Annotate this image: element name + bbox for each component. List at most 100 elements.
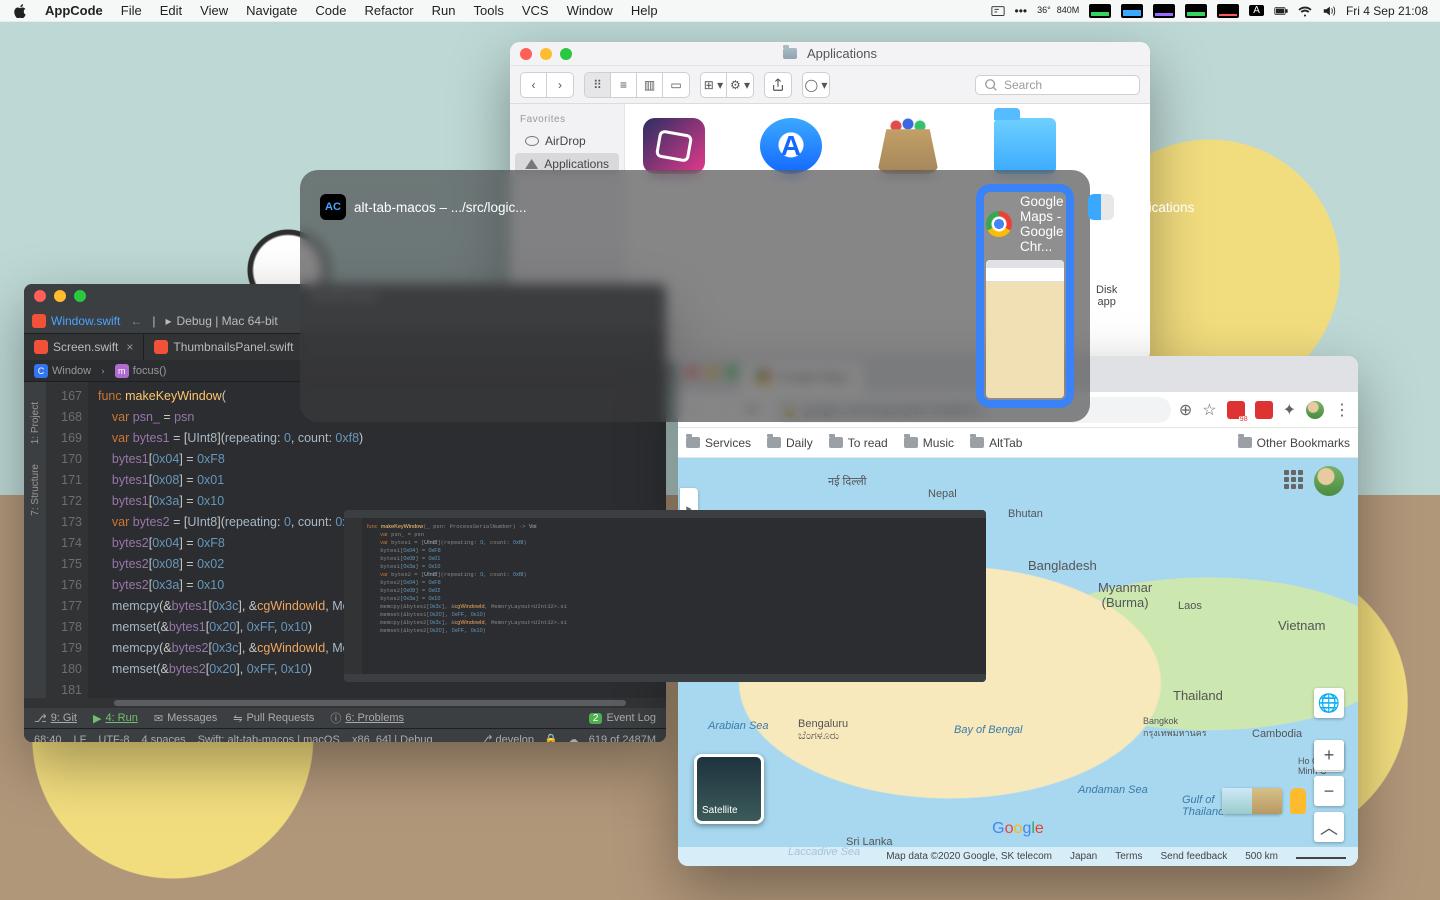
tab-screen[interactable]: Screen.swift× — [24, 334, 144, 360]
close-icon[interactable]: × — [126, 340, 133, 354]
siderail-structure[interactable]: 7: Structure — [30, 464, 41, 516]
menu-tools[interactable]: Tools — [464, 0, 512, 22]
map-terms[interactable]: Terms — [1115, 851, 1142, 862]
label-arabian: Arabian Sea — [708, 720, 769, 732]
gear-icon[interactable]: ⚙ ▾ — [727, 73, 753, 97]
alt-tab-switcher[interactable]: ACalt-tab-macos – .../src/logic... func … — [300, 170, 1090, 422]
google-logo: Google — [992, 820, 1044, 838]
finder-traffic-lights[interactable] — [520, 48, 572, 60]
menu-edit[interactable]: Edit — [151, 0, 191, 22]
icon-view-icon[interactable]: ⠿ — [585, 73, 611, 97]
istat-disk-graph[interactable] — [1185, 4, 1207, 18]
bookmark-toread[interactable]: To read — [829, 436, 888, 450]
layer-picker[interactable] — [1222, 788, 1282, 814]
zoom-in-button[interactable]: + — [1314, 740, 1344, 770]
bookmark-services[interactable]: Services — [686, 436, 751, 450]
satellite-toggle[interactable]: Satellite — [694, 754, 764, 824]
status-lf[interactable]: LF — [74, 734, 87, 743]
share-icon[interactable] — [765, 73, 791, 97]
istat-window-icon[interactable] — [991, 4, 1005, 18]
menu-run[interactable]: Run — [423, 0, 465, 22]
switcher-item-appcode[interactable]: ACalt-tab-macos – .../src/logic... func … — [314, 188, 968, 404]
label-cambodia: Cambodia — [1252, 728, 1302, 740]
tag-icon[interactable]: ◯ ▾ — [803, 73, 829, 97]
istat-dots-icon[interactable]: ••• — [1015, 4, 1028, 18]
input-source-icon[interactable]: A — [1249, 5, 1264, 16]
switcher-item-finder[interactable]: Applications AltTab.appApp Store.appAppC… — [1082, 188, 1440, 404]
list-view-icon[interactable]: ≡ — [611, 73, 637, 97]
battery-icon[interactable] — [1274, 4, 1288, 18]
ide-traffic-lights[interactable] — [34, 290, 86, 302]
view-mode-segment[interactable]: ⠿ ≡ ▥ ▭ — [584, 72, 690, 98]
status-sync-icon[interactable]: ☁ — [568, 733, 579, 742]
istat-net-graph[interactable] — [1153, 4, 1175, 18]
istat-cpu-graph[interactable] — [1089, 4, 1111, 18]
tool-eventlog[interactable]: 2 Event Log — [589, 712, 656, 724]
tool-git[interactable]: ⎇ 9: Git — [34, 712, 77, 725]
expand-icon[interactable]: ︿ — [1314, 812, 1344, 842]
sidebar-favorites-header: Favorites — [510, 110, 624, 129]
bookmark-daily[interactable]: Daily — [767, 436, 813, 450]
wifi-icon[interactable] — [1298, 4, 1312, 18]
tool-pulls[interactable]: ⇋ Pull Requests — [233, 712, 314, 725]
label-delhi: नई दिल्ली — [828, 474, 867, 489]
bookmarks-bar: Services Daily To read Music AltTab Othe… — [678, 428, 1358, 458]
tab-thumbnails[interactable]: ThumbnailsPanel.swift — [144, 334, 304, 360]
other-bookmarks[interactable]: Other Bookmarks — [1238, 436, 1350, 450]
status-target[interactable]: Swift: alt-tab-macos | macOS ...x86_64] … — [198, 734, 433, 743]
globe-icon[interactable]: 🌐 — [1314, 688, 1344, 718]
pegman-icon[interactable] — [1290, 788, 1306, 814]
tags-button[interactable]: ◯ ▾ — [802, 72, 830, 98]
google-apps-icon[interactable] — [1284, 470, 1306, 492]
finder-titlebar[interactable]: Applications — [510, 42, 1150, 66]
siderail-project[interactable]: 1: Project — [30, 402, 41, 444]
macos-menubar: AppCode File Edit View Navigate Code Ref… — [0, 0, 1440, 22]
istat-mem-graph[interactable] — [1121, 4, 1143, 18]
label-bangkok: Bangkok กรุงเทพมหานคร — [1143, 716, 1207, 740]
istat-temp[interactable]: 36°840M — [1037, 6, 1079, 15]
google-avatar[interactable] — [1314, 466, 1344, 496]
clock[interactable]: Fri 4 Sep 21:08 — [1346, 4, 1428, 18]
status-lock-icon[interactable]: 🔒 — [544, 733, 558, 742]
status-branch[interactable]: ⎇ develop — [480, 733, 534, 742]
ide-horizontal-scrollbar[interactable] — [24, 698, 666, 708]
tool-problems[interactable]: ⓘ 6: Problems — [330, 710, 404, 726]
tool-messages[interactable]: ✉ Messages — [154, 712, 217, 725]
status-memory[interactable]: 619 of 2487M — [589, 734, 656, 743]
status-line-col[interactable]: 68:40 — [34, 734, 62, 743]
apple-logo-icon[interactable] — [14, 4, 28, 18]
menu-window[interactable]: Window — [558, 0, 622, 22]
switcher-item-chrome[interactable]: Google Maps - Google Chr... — [980, 188, 1070, 404]
zoom-out-button[interactable]: − — [1314, 776, 1344, 806]
menu-view[interactable]: View — [191, 0, 237, 22]
map-region[interactable]: Japan — [1070, 851, 1097, 862]
finder-search[interactable]: Search — [975, 75, 1140, 95]
label-myanmar: Myanmar (Burma) — [1098, 580, 1152, 610]
map-feedback[interactable]: Send feedback — [1160, 851, 1227, 862]
ide-run-config[interactable]: ▸ Debug | Mac 64-bit — [165, 314, 277, 328]
group-sort-segment[interactable]: ⊞ ▾⚙ ▾ — [700, 72, 754, 98]
column-view-icon[interactable]: ▥ — [637, 73, 663, 97]
status-encoding[interactable]: UTF-8 — [98, 734, 129, 743]
bookmark-music[interactable]: Music — [904, 436, 954, 450]
share-button[interactable] — [764, 72, 792, 98]
tool-run[interactable]: ▶ 4: Run — [93, 712, 138, 725]
menu-help[interactable]: Help — [622, 0, 667, 22]
active-app-name[interactable]: AppCode — [36, 0, 112, 22]
ide-current-file[interactable]: Window.swift — [32, 314, 120, 328]
map-scale: 500 km — [1245, 851, 1278, 862]
nav-back-forward[interactable]: ‹› — [520, 72, 574, 98]
gallery-view-icon[interactable]: ▭ — [663, 73, 689, 97]
istat-gpu-graph[interactable] — [1217, 4, 1239, 18]
sidebar-item-airdrop[interactable]: AirDrop — [515, 130, 619, 152]
menu-code[interactable]: Code — [306, 0, 355, 22]
volume-icon[interactable] — [1322, 4, 1336, 18]
label-nepal: Nepal — [928, 488, 957, 500]
menu-refactor[interactable]: Refactor — [355, 0, 422, 22]
label-bengaluru: Bengaluru ಬೆಂಗಳೂರು — [798, 718, 848, 743]
menu-vcs[interactable]: VCS — [513, 0, 558, 22]
bookmark-alttab[interactable]: AltTab — [970, 436, 1022, 450]
menu-file[interactable]: File — [112, 0, 151, 22]
menu-navigate[interactable]: Navigate — [237, 0, 306, 22]
status-indent[interactable]: 4 spaces — [142, 734, 186, 743]
